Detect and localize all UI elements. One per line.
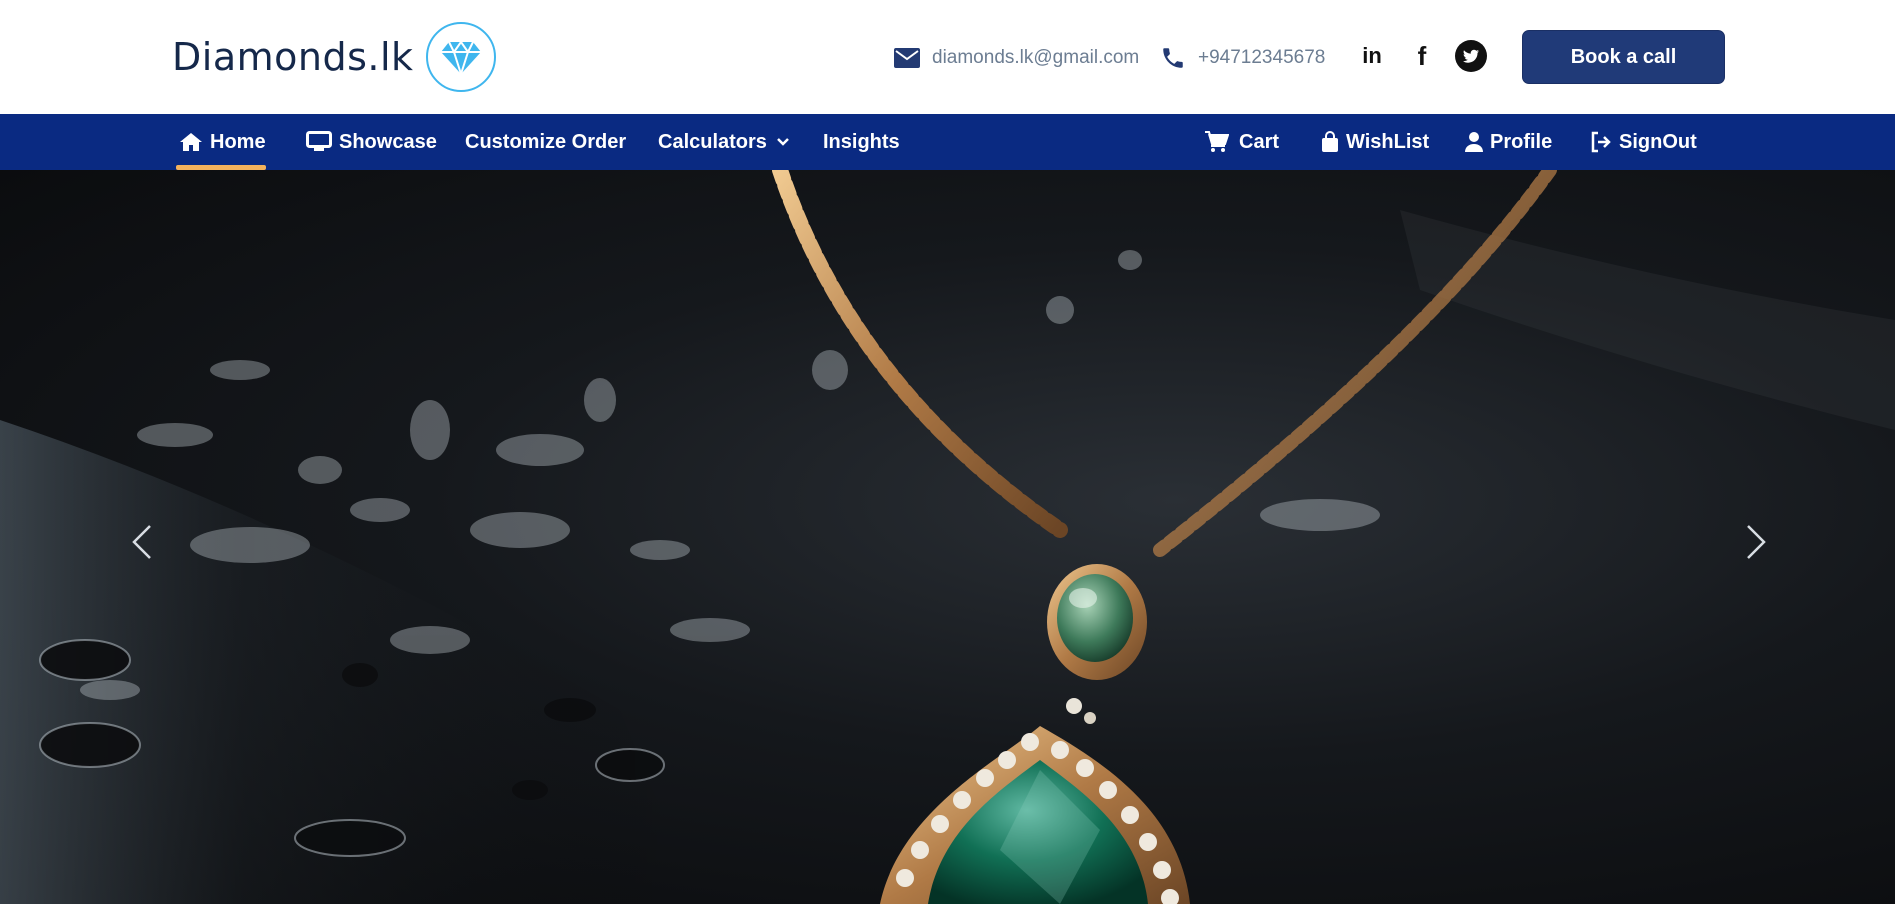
linkedin-icon[interactable]: in	[1355, 39, 1389, 73]
nav-home-label: Home	[210, 130, 266, 153]
nav-customize-order[interactable]: Customize Order	[465, 114, 626, 170]
contact-email[interactable]: diamonds.lk@gmail.com	[894, 38, 1139, 78]
nav-customize-order-label: Customize Order	[465, 130, 627, 153]
nav-showcase-label: Showcase	[339, 130, 437, 153]
brand[interactable]: Diamonds.lk	[172, 22, 496, 92]
cart-icon	[1205, 131, 1229, 153]
email-text: diamonds.lk@gmail.com	[932, 47, 1140, 68]
top-header: Diamonds.lk diamonds.lk@gmail.com +94712…	[0, 0, 1895, 114]
contact-phone[interactable]: +94712345678	[1160, 38, 1325, 78]
nav-cart-label: Cart	[1239, 130, 1280, 153]
nav-calculators-label: Calculators	[658, 130, 767, 153]
user-icon	[1465, 131, 1483, 153]
nav-signout-label: SignOut	[1619, 130, 1697, 153]
nav-profile-label: Profile	[1490, 130, 1553, 153]
nav-insights[interactable]: Insights	[823, 114, 900, 170]
nav-profile[interactable]: Profile	[1465, 114, 1552, 170]
envelope-icon	[894, 48, 920, 68]
main-nav: Home Showcase Customize Order Calculator…	[0, 114, 1895, 170]
nav-signout[interactable]: SignOut	[1590, 114, 1697, 170]
shopping-bag-icon	[1321, 131, 1339, 153]
chevron-left-icon[interactable]	[122, 517, 162, 567]
emerald-pendant-necklace	[0, 170, 1895, 904]
nav-home[interactable]: Home	[176, 114, 266, 170]
nav-wishlist-label: WishList	[1346, 130, 1430, 153]
phone-icon	[1160, 45, 1186, 71]
nav-calculators[interactable]: Calculators	[658, 114, 790, 170]
facebook-icon[interactable]: f	[1405, 39, 1439, 73]
home-icon	[179, 132, 203, 152]
diamond-icon	[425, 22, 496, 92]
monitor-icon	[306, 131, 332, 153]
chevron-right-icon[interactable]	[1736, 517, 1776, 567]
sign-out-icon	[1590, 131, 1612, 153]
twitter-icon[interactable]	[1454, 39, 1488, 73]
book-a-call-button[interactable]: Book a call	[1522, 30, 1725, 84]
nav-cart[interactable]: Cart	[1205, 114, 1279, 170]
chevron-down-icon	[776, 137, 790, 147]
nav-showcase[interactable]: Showcase	[306, 114, 437, 170]
nav-wishlist[interactable]: WishList	[1321, 114, 1429, 170]
phone-text: +94712345678	[1198, 47, 1326, 68]
brand-name: Diamonds.lk	[172, 35, 414, 79]
nav-insights-label: Insights	[823, 130, 900, 153]
hero-carousel	[0, 170, 1895, 904]
